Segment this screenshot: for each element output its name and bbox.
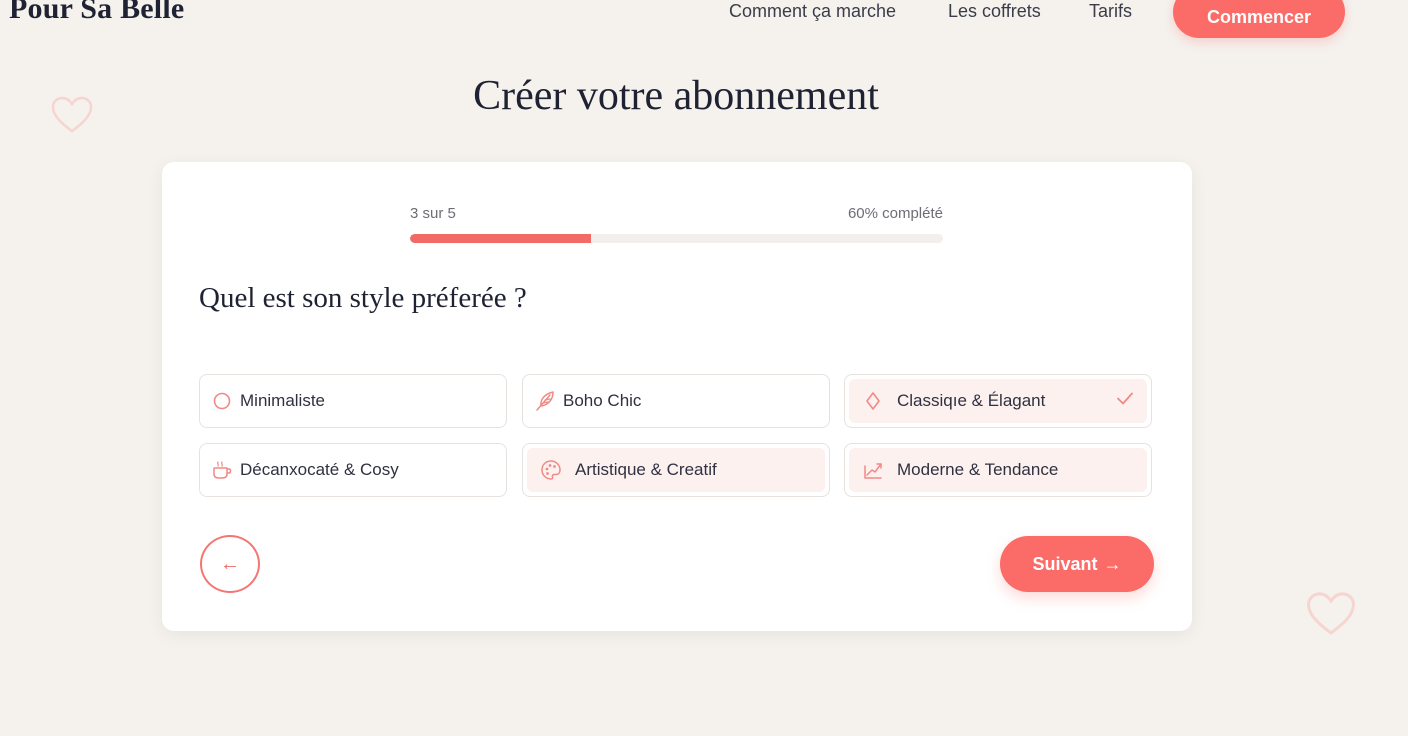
option-label: Boho Chic: [563, 391, 642, 410]
progress-percent-label: 60% complété: [847, 205, 943, 222]
option-moderne-tendance[interactable]: Moderne & Tendance: [844, 443, 1152, 497]
next-button[interactable]: Suivant →: [1000, 536, 1154, 592]
option-label: Artistique & Creatif: [575, 460, 717, 479]
checkmark-icon: [1115, 391, 1135, 412]
start-button[interactable]: Commencer: [1173, 0, 1345, 38]
option-minimaliste[interactable]: Minimaliste: [199, 374, 507, 428]
next-button-label: Suivant: [1032, 553, 1098, 574]
nav-link-boxes[interactable]: Les coffrets: [948, 1, 1041, 22]
option-label: Moderne & Tendance: [897, 460, 1059, 479]
option-label: Classiqıe & Élagant: [897, 391, 1046, 410]
progress-bar: [410, 234, 943, 243]
heart-icon: [1307, 592, 1355, 635]
page: Pour Sa Belle Comment ça marche Les coff…: [0, 0, 1408, 736]
nav-link-how-it-works[interactable]: Comment ça marche: [729, 1, 896, 22]
option-label: Minimaliste: [240, 391, 326, 410]
progress-step-label: 3 sur 5: [410, 205, 456, 222]
arrow-right-icon: →: [1103, 553, 1122, 574]
page-title: Créer votre abonnement: [473, 73, 879, 119]
option-decontracte-cosy[interactable]: Décanxocaté & Cosy: [199, 443, 507, 497]
option-artistique-creatif[interactable]: Artistique & Creatif: [522, 443, 830, 497]
subscription-card: 3 sur 5 60% complété Quel est son style …: [162, 162, 1192, 631]
cup-icon: [210, 458, 234, 482]
option-classique-elegant[interactable]: Classiqıe & Élagant: [844, 374, 1152, 428]
feather-icon: [533, 389, 557, 413]
top-nav: Comment ça marche Les coffrets Tarifs Co…: [0, 0, 1408, 40]
progress-bar-fill: [410, 234, 592, 243]
option-label: Décanxocaté & Cosy: [240, 460, 399, 479]
nav-link-pricing[interactable]: Tarifs: [1089, 1, 1132, 22]
option-boho-chic[interactable]: Boho Chic: [522, 374, 830, 428]
arrow-left-icon: ←: [220, 553, 240, 575]
palette-icon: [539, 458, 563, 482]
circle-icon: [210, 389, 234, 413]
diamond-icon: [861, 389, 885, 413]
question-title: Quel est son style préferée ?: [199, 282, 527, 314]
back-button[interactable]: ←: [200, 535, 260, 593]
trend-icon: [861, 458, 885, 482]
